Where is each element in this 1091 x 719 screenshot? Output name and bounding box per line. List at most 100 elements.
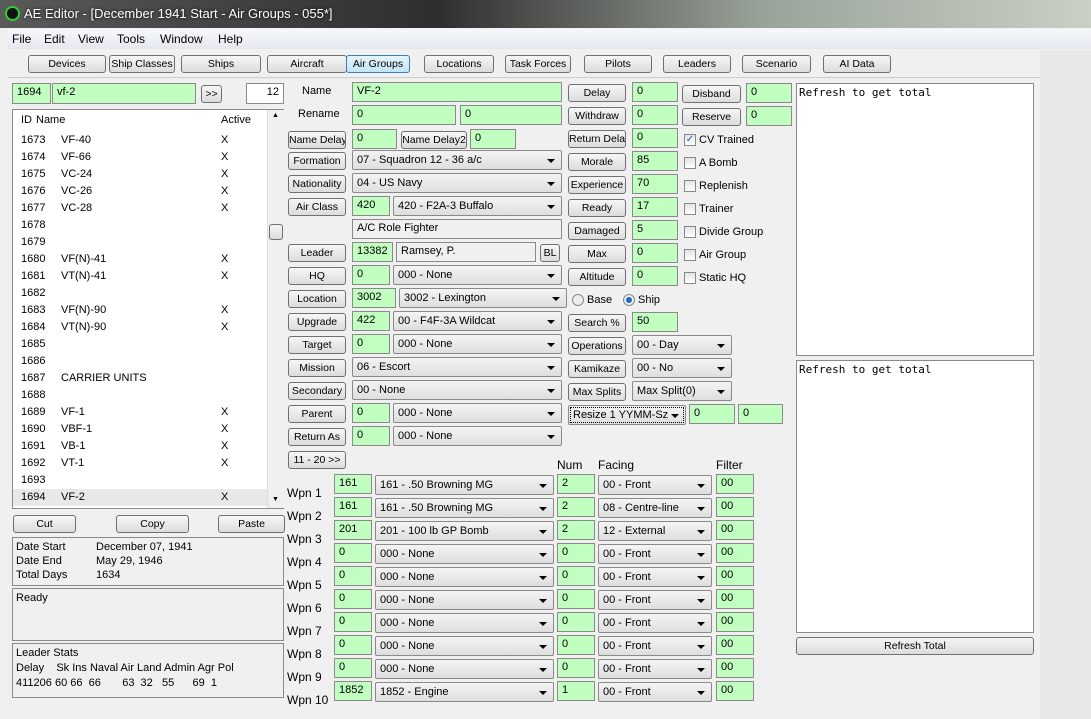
return-as-button[interactable]: Return As <box>288 428 346 446</box>
list-row[interactable]: 1694 VF-2 X <box>13 489 267 506</box>
tab-ai-data[interactable]: AI Data <box>823 55 891 73</box>
total-text-area-1[interactable]: Refresh to get total <box>796 83 1034 356</box>
air-class-dropdown[interactable]: 420 - F2A-3 Buffalo <box>393 196 562 216</box>
damaged-button[interactable]: Damaged <box>568 222 626 240</box>
list-row[interactable]: 1688 <box>13 387 267 404</box>
list-row[interactable]: 1676 VC-26 X <box>13 183 267 200</box>
weapon-facing-dropdown[interactable]: 00 - Front <box>598 613 712 633</box>
tab-pilots[interactable]: Pilots <box>584 55 652 73</box>
list-row[interactable]: 1674 VF-66 X <box>13 149 267 166</box>
operations-dropdown[interactable]: 00 - Day <box>632 335 732 355</box>
target-button[interactable]: Target <box>288 336 346 354</box>
mission-button[interactable]: Mission <box>288 359 346 377</box>
list-row[interactable]: 1678 <box>13 217 267 234</box>
list-row[interactable]: 1686 <box>13 353 267 370</box>
weapon-facing-dropdown[interactable]: 00 - Front <box>598 475 712 495</box>
list-row[interactable]: 1680 VF(N)-41 X <box>13 251 267 268</box>
weapon-facing-dropdown[interactable]: 00 - Front <box>598 567 712 587</box>
tab-locations[interactable]: Locations <box>424 55 494 73</box>
scroll-thumb[interactable] <box>269 224 283 240</box>
name-delay-button[interactable]: Name Delay <box>288 131 346 149</box>
list-row[interactable]: 1684 VT(N)-90 X <box>13 319 267 336</box>
list-row[interactable]: 1675 VC-24 X <box>13 166 267 183</box>
base-radio[interactable] <box>572 294 584 306</box>
list-row[interactable]: 1689 VF-1 X <box>13 404 267 421</box>
disband-button[interactable]: Disband <box>682 85 741 103</box>
hq-button[interactable]: HQ <box>288 267 346 285</box>
weapon-device-dropdown[interactable]: 161 - .50 Browning MG <box>375 475 554 495</box>
list-row[interactable]: 1691 VB-1 X <box>13 438 267 455</box>
menu-window[interactable]: Window <box>160 32 203 46</box>
weapon-id-field[interactable]: 161 <box>334 474 372 494</box>
parent-dropdown[interactable]: 000 - None <box>393 403 562 423</box>
weapon-id-field[interactable]: 0 <box>334 635 372 655</box>
return-as-id-field[interactable]: 0 <box>352 426 390 446</box>
tab-air-groups[interactable]: Air Groups <box>346 55 410 73</box>
upgrade-id-field[interactable]: 422 <box>352 311 390 331</box>
resize-field-2[interactable]: 0 <box>738 404 783 424</box>
paste-button[interactable]: Paste <box>218 515 285 533</box>
weapon-id-field[interactable]: 161 <box>334 497 372 517</box>
disband-field[interactable]: 0 <box>746 83 792 103</box>
parent-id-field[interactable]: 0 <box>352 403 390 423</box>
weapon-id-field[interactable]: 0 <box>334 543 372 563</box>
bl-button[interactable]: BL <box>540 244 560 262</box>
search-name-field[interactable]: vf-2 <box>52 83 196 104</box>
weapon-num-field[interactable]: 2 <box>557 497 595 517</box>
nationality-button[interactable]: Nationality <box>288 175 346 193</box>
list-row[interactable]: 1687 CARRIER UNITS <box>13 370 267 387</box>
altitude-field[interactable]: 0 <box>632 266 678 286</box>
rename-field-2[interactable]: 0 <box>460 105 562 125</box>
tab-ship-classes[interactable]: Ship Classes <box>109 55 175 73</box>
column-header-active[interactable]: Active <box>221 114 251 126</box>
morale-button[interactable]: Morale <box>568 153 626 171</box>
weapon-filter-field[interactable]: 00 <box>716 658 754 678</box>
replenish-checkbox[interactable] <box>684 180 696 192</box>
experience-button[interactable]: Experience <box>568 176 626 194</box>
return-delay-field[interactable]: 0 <box>632 128 678 148</box>
refresh-total-button[interactable]: Refresh Total <box>796 637 1034 655</box>
leader-button[interactable]: Leader <box>288 244 346 262</box>
air-class-button[interactable]: Air Class <box>288 198 346 216</box>
upgrade-button[interactable]: Upgrade <box>288 313 346 331</box>
list-row[interactable]: 1673 VF-40 X <box>13 132 267 149</box>
weapon-id-field[interactable]: 0 <box>334 658 372 678</box>
target-id-field[interactable]: 0 <box>352 334 390 354</box>
leader-id-field[interactable]: 13382 <box>352 242 393 262</box>
weapon-device-dropdown[interactable]: 000 - None <box>375 613 554 633</box>
weapon-filter-field[interactable]: 00 <box>716 612 754 632</box>
secondary-button[interactable]: Secondary <box>288 382 346 400</box>
list-row[interactable]: 1679 <box>13 234 267 251</box>
return-as-dropdown[interactable]: 000 - None <box>393 426 562 446</box>
weapon-device-dropdown[interactable]: 000 - None <box>375 567 554 587</box>
list-row[interactable]: 1681 VT(N)-41 X <box>13 268 267 285</box>
weapon-device-dropdown[interactable]: 000 - None <box>375 590 554 610</box>
weapon-num-field[interactable]: 0 <box>557 612 595 632</box>
upgrade-dropdown[interactable]: 00 - F4F-3A Wildcat <box>393 311 562 331</box>
mission-dropdown[interactable]: 06 - Escort <box>352 357 562 377</box>
tab-scenario[interactable]: Scenario <box>742 55 811 73</box>
ready-button[interactable]: Ready <box>568 199 626 217</box>
max-splits-dropdown[interactable]: Max Split(0) <box>632 381 732 401</box>
weapon-device-dropdown[interactable]: 161 - .50 Browning MG <box>375 498 554 518</box>
tab-ships[interactable]: Ships <box>181 55 261 73</box>
kamikaze-dropdown[interactable]: 00 - No <box>632 358 732 378</box>
weapon-facing-dropdown[interactable]: 00 - Front <box>598 636 712 656</box>
formation-dropdown[interactable]: 07 - Squadron 12 - 36 a/c <box>352 150 562 170</box>
delay-field[interactable]: 0 <box>632 82 678 102</box>
tab-aircraft[interactable]: Aircraft <box>267 55 347 73</box>
list-row[interactable]: 1683 VF(N)-90 X <box>13 302 267 319</box>
list-row[interactable]: 1677 VC-28 X <box>13 200 267 217</box>
ship-radio[interactable] <box>623 294 635 306</box>
name-delay2-field[interactable]: 0 <box>470 129 516 149</box>
weapon-num-field[interactable]: 0 <box>557 589 595 609</box>
cut-button[interactable]: Cut <box>13 515 76 533</box>
search-button[interactable]: Search % <box>568 314 626 332</box>
scroll-down-icon[interactable]: ▼ <box>272 496 279 503</box>
withdraw-button[interactable]: Withdraw <box>568 107 626 125</box>
search-field[interactable]: 50 <box>632 312 678 332</box>
damaged-field[interactable]: 5 <box>632 220 678 240</box>
weapon-filter-field[interactable]: 00 <box>716 497 754 517</box>
weapon-facing-dropdown[interactable]: 00 - Front <box>598 659 712 679</box>
weapon-filter-field[interactable]: 00 <box>716 474 754 494</box>
